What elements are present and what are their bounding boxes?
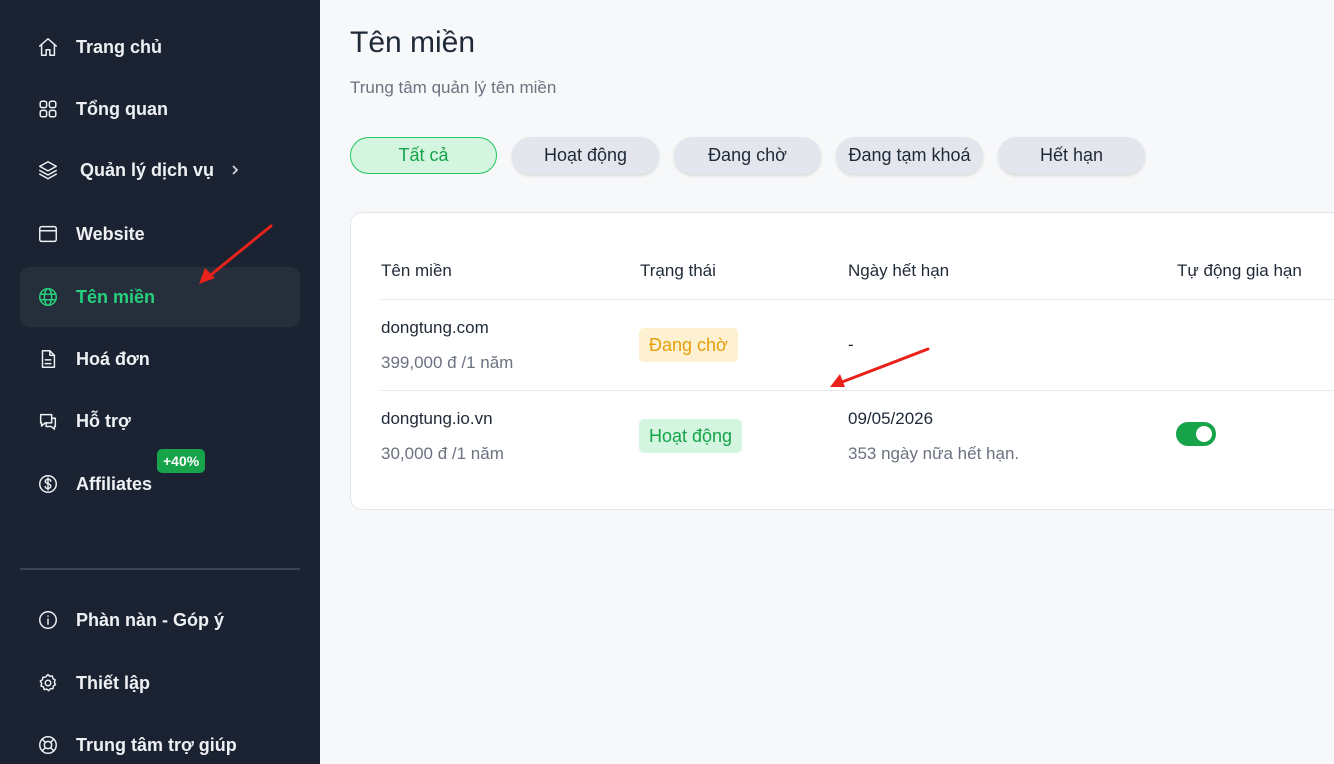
dollar-icon bbox=[36, 472, 60, 496]
column-header-domain: Tên miền bbox=[381, 261, 452, 280]
column-header-auto-renew: Tự động gia hạn bbox=[1177, 261, 1302, 280]
sidebar-item-website[interactable]: Website bbox=[20, 204, 300, 264]
page-title: Tên miền bbox=[350, 26, 476, 59]
sidebar-divider bbox=[20, 568, 300, 570]
page-subtitle: Trung tâm quản lý tên miền bbox=[350, 78, 557, 97]
sidebar-item-label: Phàn nàn - Góp ý bbox=[76, 609, 225, 630]
sidebar-item-feedback[interactable]: Phàn nàn - Góp ý bbox=[20, 590, 300, 650]
info-icon bbox=[36, 608, 60, 632]
sidebar-item-invoices[interactable]: Hoá đơn bbox=[20, 329, 300, 389]
domain-price: 30,000 đ /1 năm bbox=[381, 444, 504, 463]
sidebar-item-help-center[interactable]: Trung tâm trợ giúp bbox=[20, 715, 300, 764]
column-header-status: Trạng thái bbox=[640, 261, 716, 280]
filter-expired[interactable]: Hết hạn bbox=[998, 137, 1145, 174]
filter-suspended[interactable]: Đang tạm khoá bbox=[836, 137, 983, 174]
sidebar-item-label: Quản lý dịch vụ bbox=[80, 159, 215, 180]
invoice-icon bbox=[36, 347, 60, 371]
sidebar-item-label: Website bbox=[76, 223, 145, 244]
browser-icon bbox=[36, 222, 60, 246]
sidebar: Trang chủ Tổng quan Quản lý dịch vụ Webs… bbox=[0, 0, 320, 764]
grid-icon bbox=[36, 97, 60, 121]
days-remaining: 353 ngày nữa hết hạn. bbox=[848, 444, 1020, 463]
sidebar-item-label: Hoá đơn bbox=[76, 348, 150, 369]
filter-active[interactable]: Hoạt động bbox=[512, 137, 659, 174]
sidebar-item-support[interactable]: Hỗ trợ bbox=[20, 391, 300, 451]
filter-pending[interactable]: Đang chờ bbox=[674, 137, 821, 174]
filter-all[interactable]: Tất cả bbox=[350, 137, 497, 174]
chevron-right-icon bbox=[228, 163, 242, 177]
sidebar-item-services[interactable]: Quản lý dịch vụ bbox=[20, 140, 300, 200]
gear-icon bbox=[36, 671, 60, 695]
globe-icon bbox=[36, 285, 60, 309]
main-content: Tên miền Trung tâm quản lý tên miền Tất … bbox=[320, 0, 1334, 764]
sidebar-item-home[interactable]: Trang chủ bbox=[20, 17, 300, 77]
sidebar-item-overview[interactable]: Tổng quan bbox=[20, 79, 300, 139]
sidebar-item-label: Tổng quan bbox=[76, 98, 168, 119]
sidebar-item-label: Trung tâm trợ giúp bbox=[76, 734, 237, 755]
lifebuoy-icon bbox=[36, 733, 60, 757]
column-header-expiry: Ngày hết hạn bbox=[848, 261, 950, 280]
domains-table: Tên miền Trạng thái Ngày hết hạn Tự động… bbox=[350, 212, 1334, 510]
chat-icon bbox=[36, 409, 60, 433]
header-divider bbox=[381, 299, 1334, 300]
sidebar-item-label: Hỗ trợ bbox=[76, 410, 131, 431]
affiliate-badge: +40% bbox=[157, 449, 206, 473]
row-divider bbox=[381, 390, 1334, 391]
sidebar-item-label: Tên miền bbox=[76, 286, 156, 307]
sidebar-item-settings[interactable]: Thiết lập bbox=[20, 653, 300, 713]
domain-name[interactable]: dongtung.com bbox=[381, 318, 489, 338]
domain-name[interactable]: dongtung.io.vn bbox=[381, 409, 493, 429]
status-badge: Hoạt động bbox=[639, 419, 743, 453]
domain-price: 399,000 đ /1 năm bbox=[381, 353, 514, 372]
expiry-date: 09/05/2026 bbox=[848, 409, 934, 428]
auto-renew-toggle[interactable] bbox=[1176, 422, 1216, 446]
expiry-date: - bbox=[848, 335, 854, 354]
sidebar-item-domains[interactable]: Tên miền bbox=[20, 267, 300, 327]
sidebar-item-label: Thiết lập bbox=[76, 672, 151, 693]
sidebar-item-label: Affiliates bbox=[76, 473, 153, 494]
sidebar-item-affiliates[interactable]: Affiliates +40% bbox=[20, 449, 300, 514]
sidebar-item-label: Trang chủ bbox=[76, 36, 163, 57]
status-badge: Đang chờ bbox=[639, 328, 738, 362]
layers-icon bbox=[36, 158, 60, 182]
home-icon bbox=[36, 35, 60, 59]
